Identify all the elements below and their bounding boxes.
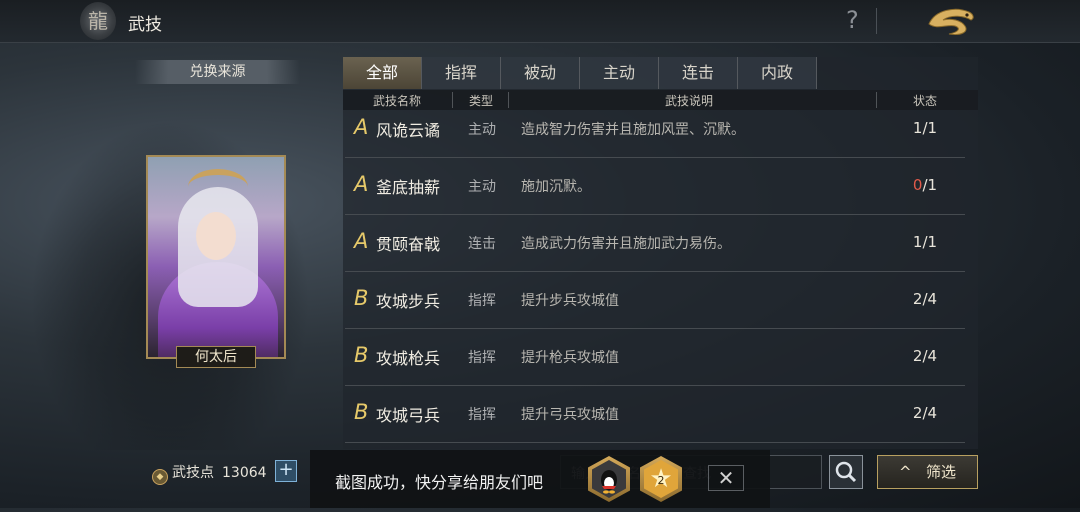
- add-points-button[interactable]: +: [275, 460, 297, 482]
- skill-name: 贯颐奋戟: [376, 235, 441, 254]
- portrait-crown: [188, 169, 248, 205]
- back-dragon-icon[interactable]: [925, 4, 977, 38]
- skill-desc: 造成智力伤害并且施加风罡、沉默。: [521, 122, 745, 138]
- chevron-up-icon: ^: [899, 463, 912, 481]
- skill-point-coin-icon: ◆: [152, 469, 168, 485]
- skill-status: 2/4: [905, 290, 945, 308]
- filter-button[interactable]: ^ 筛选: [877, 455, 978, 489]
- status-total: /4: [922, 290, 938, 308]
- skill-name: 釜底抽薪: [376, 178, 441, 197]
- tab-command[interactable]: 指挥: [422, 57, 501, 89]
- skill-grade: B: [354, 343, 369, 367]
- skill-grade: A: [354, 115, 369, 139]
- skill-name: 攻城步兵: [376, 292, 441, 311]
- skill-points: ◆ 武技点 13064: [152, 462, 267, 485]
- skill-desc: 提升步兵攻城值: [521, 293, 619, 309]
- portrait-face: [196, 212, 236, 260]
- skill-status: 2/4: [905, 347, 945, 365]
- skill-row[interactable]: A 贯颐奋戟 连击 造成武力伤害并且施加武力易伤。 1/1: [345, 215, 965, 272]
- qzone-star-icon: ★ 2: [644, 460, 678, 498]
- skill-row[interactable]: B 攻城步兵 指挥 提升步兵攻城值 2/4: [345, 272, 965, 329]
- tab-active[interactable]: 主动: [580, 57, 659, 89]
- skill-row[interactable]: A 风诡云谲 主动 造成智力伤害并且施加风罡、沉默。 1/1: [345, 101, 965, 158]
- skill-grade: B: [354, 286, 369, 310]
- skill-type: 指挥: [468, 350, 496, 366]
- divider: [876, 8, 877, 34]
- dragon-emblem-icon: 龍: [80, 2, 116, 40]
- skill-name: 攻城枪兵: [376, 349, 441, 368]
- skill-name: 风诡云谲: [376, 121, 441, 140]
- skill-type: 主动: [468, 122, 496, 138]
- skill-type: 指挥: [468, 407, 496, 423]
- skill-grade: A: [354, 229, 369, 253]
- skill-grade: A: [354, 172, 369, 196]
- share-qq-button[interactable]: [588, 456, 630, 502]
- skill-row[interactable]: B 攻城弓兵 指挥 提升弓兵攻城值 2/4: [345, 386, 965, 443]
- help-icon[interactable]: ?: [846, 6, 859, 34]
- skill-desc: 提升枪兵攻城值: [521, 350, 619, 366]
- skill-status: 1/1: [905, 119, 945, 137]
- status-total: /4: [922, 404, 938, 422]
- skill-points-value: 13064: [222, 465, 267, 481]
- status-total: /1: [922, 176, 938, 194]
- close-icon[interactable]: ✕: [708, 465, 744, 491]
- filter-label: 筛选: [925, 463, 956, 481]
- skill-status: 0/1: [905, 176, 945, 194]
- skill-type: 连击: [468, 236, 496, 252]
- tab-combo[interactable]: 连击: [659, 57, 738, 89]
- skill-type: 指挥: [468, 293, 496, 309]
- exchange-source-header: 兑换来源: [135, 60, 300, 84]
- tab-passive[interactable]: 被动: [501, 57, 580, 89]
- skill-type: 主动: [468, 179, 496, 195]
- qq-penguin-icon: [592, 460, 626, 498]
- status-total: /1: [922, 119, 938, 137]
- tab-internal[interactable]: 内政: [738, 57, 817, 89]
- status-total: /1: [922, 233, 938, 251]
- share-qzone-button[interactable]: ★ 2: [640, 456, 682, 502]
- screenshot-share-toast: 截图成功，快分享给朋友们吧 ★ 2 ✕: [310, 450, 770, 508]
- skill-desc: 提升弓兵攻城值: [521, 407, 619, 423]
- tab-all[interactable]: 全部: [343, 57, 422, 89]
- skill-desc: 造成武力伤害并且施加武力易伤。: [521, 236, 731, 252]
- skill-desc: 施加沉默。: [521, 179, 591, 195]
- skill-grade: B: [354, 400, 369, 424]
- qzone-badge-number: 2: [657, 474, 665, 487]
- search-icon: [835, 461, 857, 483]
- general-portrait[interactable]: [146, 155, 286, 359]
- skill-row[interactable]: A 釜底抽薪 主动 施加沉默。 0/1: [345, 158, 965, 215]
- top-bar: 龍 武技 ?: [0, 0, 1080, 43]
- skill-status: 1/1: [905, 233, 945, 251]
- skill-points-label: 武技点: [172, 465, 214, 481]
- general-name: 何太后: [176, 346, 256, 368]
- search-button[interactable]: [829, 455, 863, 489]
- skill-row[interactable]: B 攻城枪兵 指挥 提升枪兵攻城值 2/4: [345, 329, 965, 386]
- category-tabs: 全部 指挥 被动 主动 连击 内政: [343, 57, 978, 89]
- toast-message: 截图成功，快分享给朋友们吧: [335, 473, 544, 492]
- skill-status: 2/4: [905, 404, 945, 422]
- status-total: /4: [922, 347, 938, 365]
- skill-name: 攻城弓兵: [376, 406, 441, 425]
- page-title: 武技: [128, 15, 162, 35]
